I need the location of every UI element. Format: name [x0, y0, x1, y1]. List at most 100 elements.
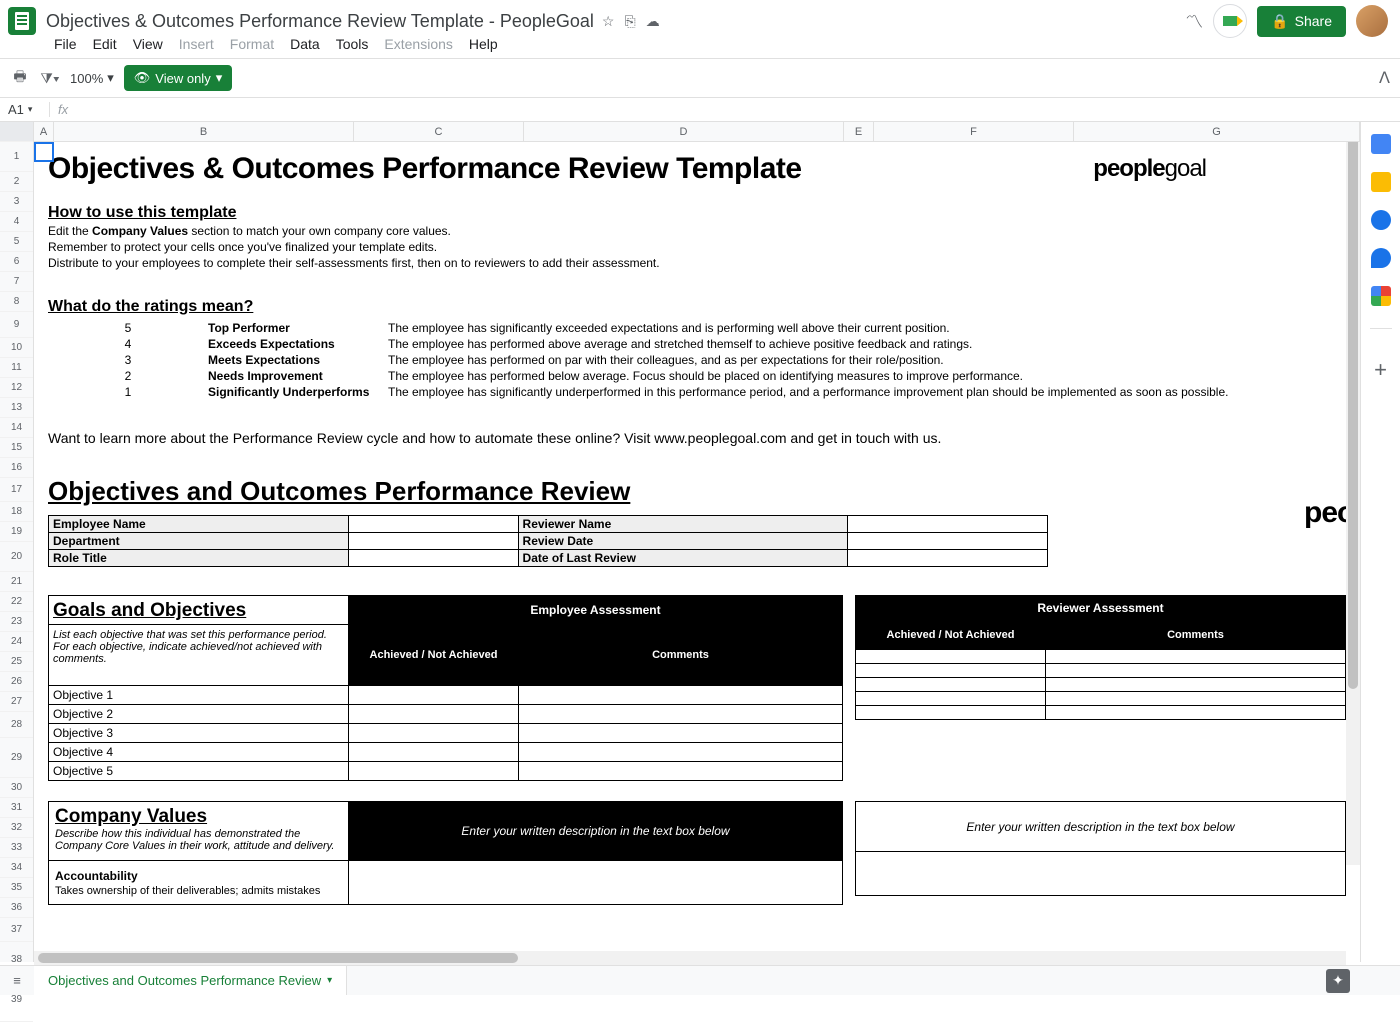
contacts-icon[interactable] — [1371, 248, 1391, 268]
howto-line: Remember to protect your cells once you'… — [48, 240, 1346, 254]
row-header[interactable]: 31 — [0, 798, 33, 818]
doc-main-title: Objectives & Outcomes Performance Review… — [48, 152, 802, 186]
row-header[interactable]: 6 — [0, 252, 33, 272]
row-header[interactable]: 36 — [0, 898, 33, 918]
calendar-icon[interactable] — [1371, 134, 1391, 154]
row-header[interactable]: 12 — [0, 378, 33, 398]
maps-icon[interactable] — [1371, 286, 1391, 306]
col-header-d[interactable]: D — [524, 122, 844, 141]
col-header-f[interactable]: F — [874, 122, 1074, 141]
row-header[interactable]: 11 — [0, 358, 33, 378]
row-header[interactable]: 1 — [0, 142, 33, 172]
formula-bar: A1▾ fx — [0, 98, 1400, 122]
add-addon-icon[interactable]: + — [1374, 357, 1387, 383]
row-header[interactable]: 34 — [0, 858, 33, 878]
menu-tools[interactable]: Tools — [336, 36, 369, 52]
row-header[interactable]: 5 — [0, 232, 33, 252]
row-header[interactable]: 24 — [0, 632, 33, 652]
row-headers[interactable]: 1 2 3 4 5 6 7 8 9 10 11 12 13 14 15 16 1… — [0, 122, 34, 962]
info-table[interactable]: Employee NameReviewer Name DepartmentRev… — [48, 515, 1048, 567]
horizontal-scrollbar[interactable] — [34, 951, 1346, 965]
row-header[interactable]: 20 — [0, 542, 33, 572]
sheet-tabs-bar: ≡ Objectives and Outcomes Performance Re… — [0, 965, 1400, 995]
move-icon[interactable]: ⎘ — [624, 13, 635, 30]
view-only-button[interactable]: 👁 View only ▾ — [124, 65, 232, 91]
sheets-logo-icon[interactable] — [8, 7, 36, 35]
account-avatar[interactable] — [1356, 5, 1388, 37]
row-header[interactable]: 26 — [0, 672, 33, 692]
tasks-icon[interactable] — [1371, 210, 1391, 230]
scrollbar-thumb[interactable] — [1348, 129, 1358, 689]
row-header[interactable]: 8 — [0, 292, 33, 312]
menu-data[interactable]: Data — [290, 36, 320, 52]
menu-view[interactable]: View — [133, 36, 163, 52]
row-header[interactable]: 3 — [0, 192, 33, 212]
row-header[interactable]: 21 — [0, 572, 33, 592]
row-header[interactable]: 25 — [0, 652, 33, 672]
row-header[interactable]: 2 — [0, 172, 33, 192]
explore-button[interactable]: ✦ — [1326, 969, 1350, 993]
vertical-scrollbar[interactable] — [1346, 125, 1360, 865]
menu-extensions: Extensions — [384, 36, 452, 52]
collapse-toolbar-icon[interactable]: ᐱ — [1379, 68, 1390, 88]
col-header-b[interactable]: B — [54, 122, 354, 141]
print-icon[interactable]: 🖶 — [10, 66, 30, 90]
col-header-c[interactable]: C — [354, 122, 524, 141]
activity-icon[interactable]: 〽 — [1185, 8, 1203, 34]
row-header[interactable]: 29 — [0, 738, 33, 778]
row-header[interactable]: 23 — [0, 612, 33, 632]
peoplegoal-logo: peoplegoal — [1093, 155, 1206, 183]
row-header[interactable]: 7 — [0, 272, 33, 292]
keep-icon[interactable] — [1371, 172, 1391, 192]
scrollbar-thumb[interactable] — [38, 953, 518, 963]
name-box[interactable]: A1▾ — [0, 102, 50, 117]
row-header[interactable]: 37 — [0, 918, 33, 942]
row-header[interactable]: 18 — [0, 502, 33, 522]
howto-line: Edit the Company Values section to match… — [48, 224, 1346, 238]
row-header[interactable]: 28 — [0, 712, 33, 738]
select-all-cell[interactable] — [0, 122, 33, 142]
row-header[interactable]: 10 — [0, 338, 33, 358]
column-headers[interactable]: A B C D E F G — [34, 122, 1360, 142]
eye-icon: 👁 — [134, 70, 151, 86]
goals-table-employee[interactable]: Goals and Objectives Employee Assessment… — [48, 595, 843, 781]
menu-file[interactable]: File — [54, 36, 77, 52]
col-header-a[interactable]: A — [34, 122, 54, 141]
row-header[interactable]: 16 — [0, 458, 33, 478]
zoom-dropdown[interactable]: 100% ▾ — [70, 70, 114, 86]
all-sheets-icon[interactable]: ≡ — [0, 973, 34, 988]
row-header[interactable]: 27 — [0, 692, 33, 712]
row-header[interactable]: 32 — [0, 818, 33, 838]
filter-icon[interactable]: ⧩▾ — [40, 70, 60, 87]
howto-heading: How to use this template — [48, 204, 1346, 222]
meet-button[interactable] — [1213, 4, 1247, 38]
goals-desc: List each objective that was set this pe… — [49, 625, 349, 686]
col-header-e[interactable]: E — [844, 122, 874, 141]
company-values-table-right[interactable]: Enter your written description in the te… — [855, 801, 1346, 896]
company-values-table-left[interactable]: Company Values Enter your written descri… — [48, 801, 843, 905]
row-header[interactable]: 35 — [0, 878, 33, 898]
share-button[interactable]: 🔒 Share — [1257, 6, 1346, 37]
row-header[interactable]: 17 — [0, 478, 33, 502]
menu-edit[interactable]: Edit — [93, 36, 117, 52]
sheet-tab-label: Objectives and Outcomes Performance Revi… — [48, 973, 321, 988]
ratings-heading: What do the ratings mean? — [48, 298, 1346, 316]
row-header[interactable]: 14 — [0, 418, 33, 438]
row-header[interactable]: 15 — [0, 438, 33, 458]
sheet-tab[interactable]: Objectives and Outcomes Performance Revi… — [34, 966, 347, 995]
row-header[interactable]: 22 — [0, 592, 33, 612]
goals-table-reviewer[interactable]: Reviewer Assessment Achieved / Not Achie… — [855, 595, 1346, 720]
row-header[interactable]: 33 — [0, 838, 33, 858]
row-header[interactable]: 4 — [0, 212, 33, 232]
grid-cells[interactable]: Objectives & Outcomes Performance Review… — [34, 142, 1360, 962]
menu-help[interactable]: Help — [469, 36, 498, 52]
star-icon[interactable]: ☆ — [602, 13, 615, 30]
cloud-status-icon[interactable]: ☁ — [646, 13, 660, 30]
col-header-g[interactable]: G — [1074, 122, 1360, 141]
row-header[interactable]: 19 — [0, 522, 33, 542]
row-header[interactable]: 30 — [0, 778, 33, 798]
row-header[interactable]: 9 — [0, 312, 33, 338]
document-title[interactable]: Objectives & Outcomes Performance Review… — [46, 11, 594, 32]
menu-format: Format — [230, 36, 274, 52]
row-header[interactable]: 13 — [0, 398, 33, 418]
